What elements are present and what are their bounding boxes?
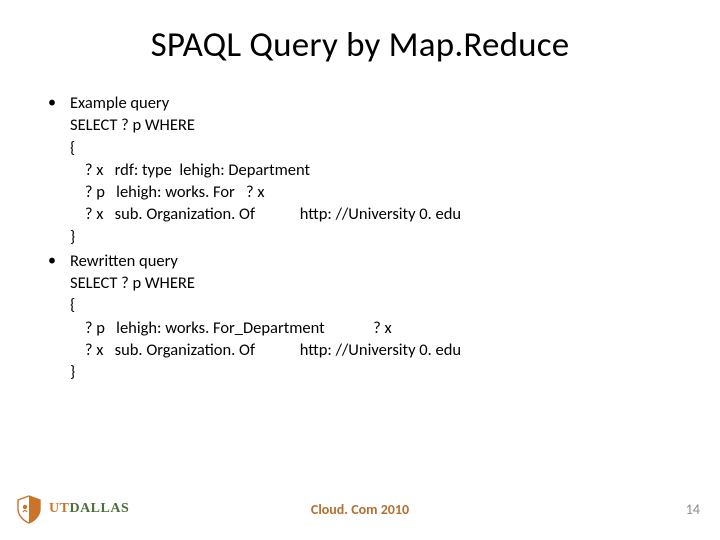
slide-body: Example query SELECT ? p WHERE { ? x rdf… [28, 92, 692, 383]
bullet-rewritten: Rewritten query SELECT ? p WHERE { ? p l… [42, 250, 692, 384]
bullet-list: Example query SELECT ? p WHERE { ? x rdf… [42, 92, 692, 383]
bullet-rewritten-label: Rewritten query [70, 251, 178, 271]
rewritten-query-block: SELECT ? p WHERE { ? p lehigh: works. Fo… [70, 272, 692, 383]
footer: UTDALLAS Cloud. Com 2010 14 [0, 486, 720, 526]
bullet-example: Example query SELECT ? p WHERE { ? x rdf… [42, 92, 692, 248]
bullet-example-label: Example query [70, 93, 169, 113]
slide-title: SPAQL Query by Map.Reduce [28, 24, 692, 66]
example-query-block: SELECT ? p WHERE { ? x rdf: type lehigh:… [70, 114, 692, 248]
page-number: 14 [686, 501, 700, 518]
slide: SPAQL Query by Map.Reduce Example query … [0, 0, 720, 540]
conference-label: Cloud. Com 2010 [0, 501, 720, 518]
